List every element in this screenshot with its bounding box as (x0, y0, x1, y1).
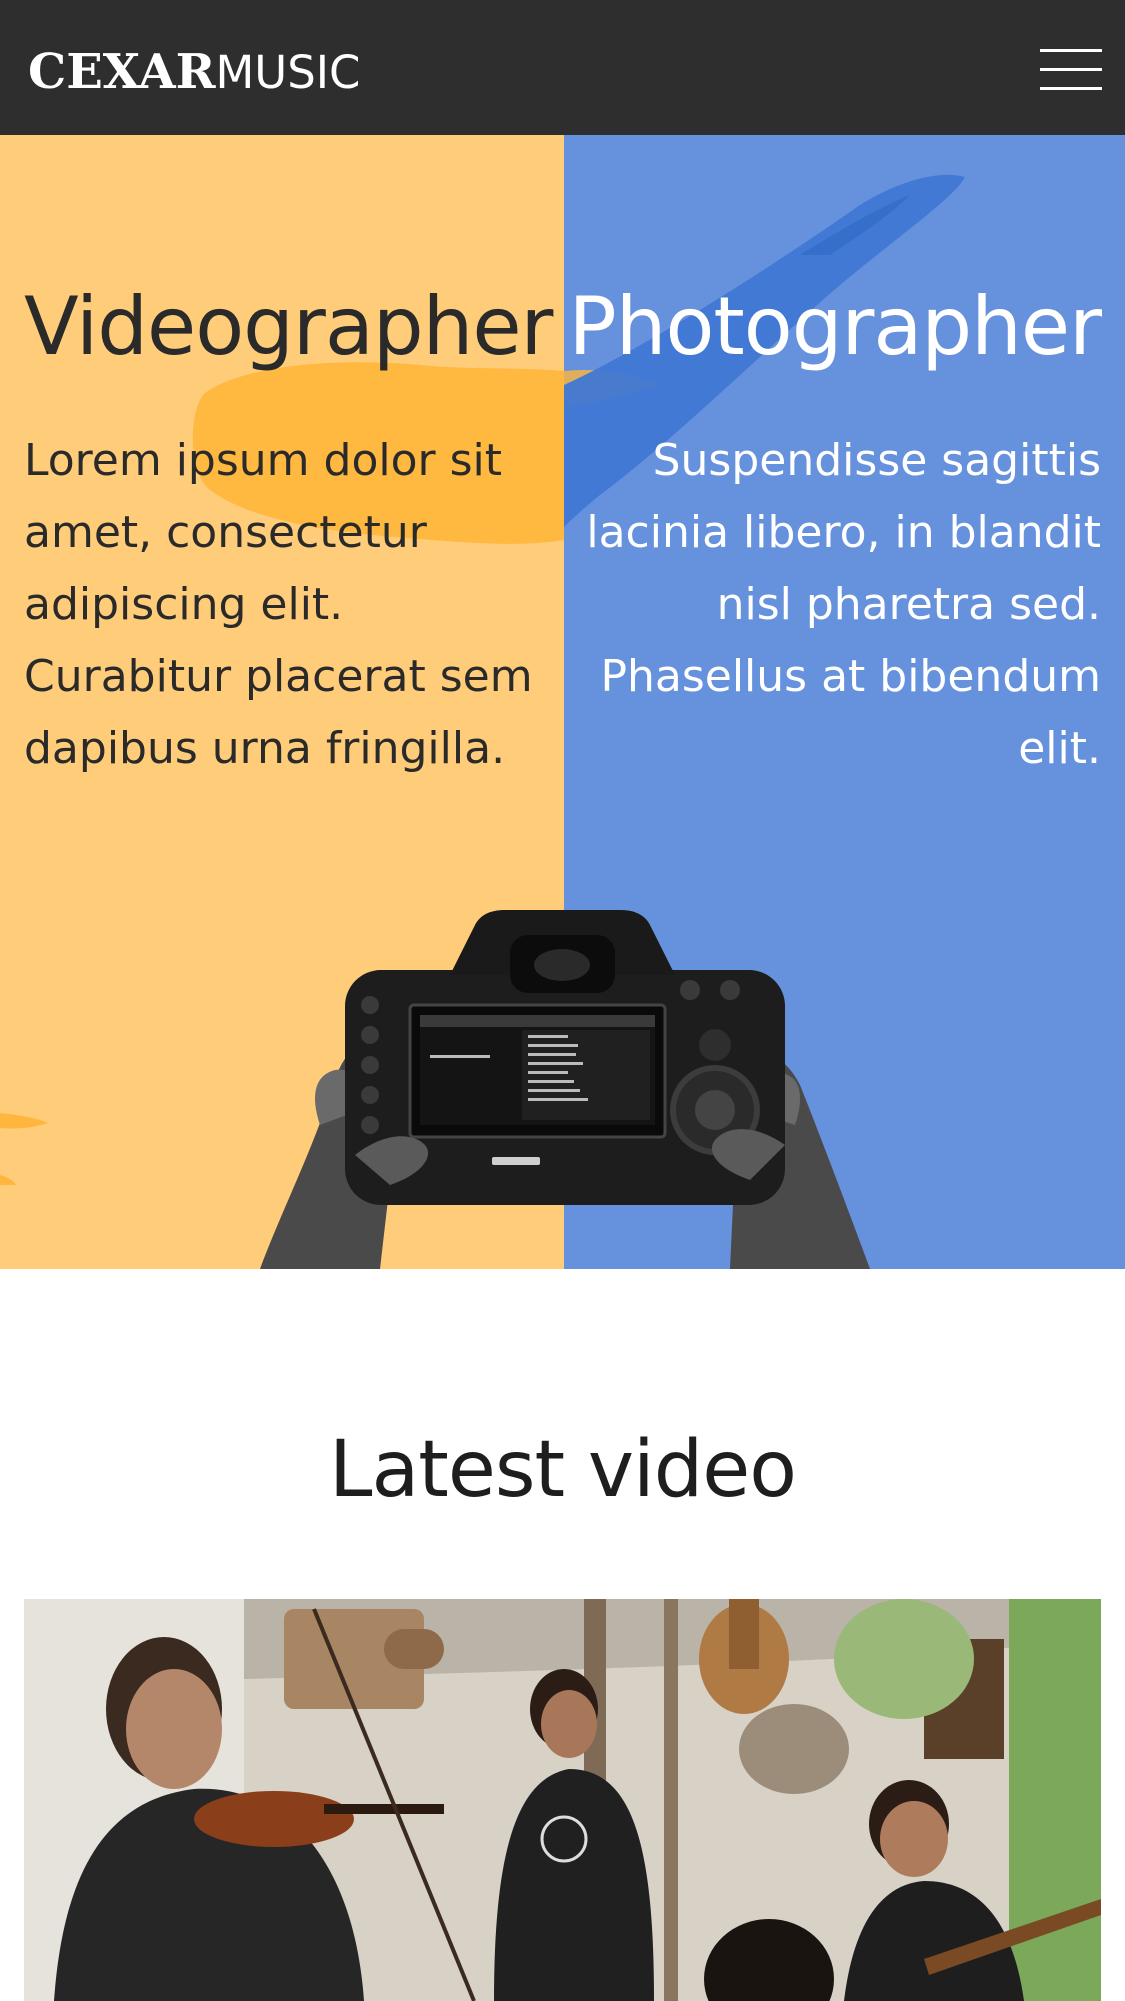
hamburger-menu-icon[interactable] (1040, 47, 1102, 91)
logo-light-text: MUSIC (215, 46, 361, 99)
site-logo[interactable]: CEXARMUSIC (28, 44, 360, 100)
musicians-playing-video-thumbnail (24, 1599, 1101, 2001)
hero-section: Videographer Photographer Lorem ipsum do… (0, 135, 1125, 1269)
menu-line (1040, 49, 1102, 52)
videographer-title: Videographer (24, 280, 553, 373)
menu-line (1040, 87, 1102, 90)
logo-bold-text: CEXAR (28, 44, 216, 100)
latest-video-title: Latest video (329, 1425, 797, 1515)
latest-video-thumbnail[interactable] (24, 1599, 1101, 2001)
menu-line (1040, 68, 1102, 71)
site-header: CEXARMUSIC (0, 0, 1125, 135)
camera-in-hands-image (260, 910, 870, 1269)
videographer-description: Lorem ipsum dolor sit amet, consectetur … (24, 435, 533, 774)
photographer-title: Photographer (568, 280, 1102, 373)
photographer-description: Suspendisse sagittis lacinia libero, in … (586, 435, 1101, 774)
